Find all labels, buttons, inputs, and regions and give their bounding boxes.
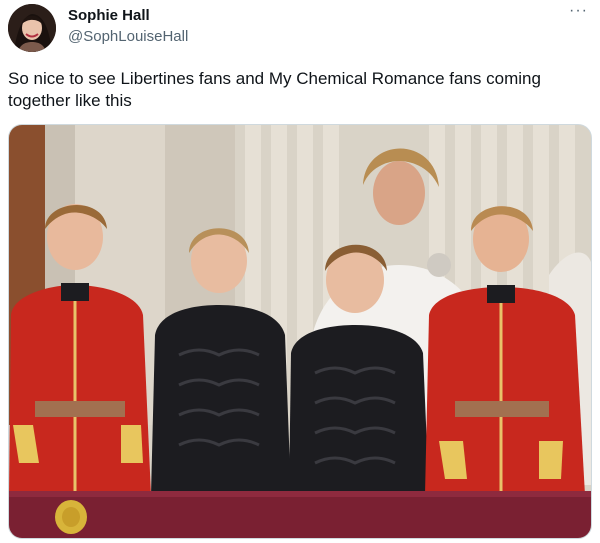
display-name[interactable]: Sophie Hall xyxy=(68,7,150,24)
avatar-photo-icon xyxy=(8,4,56,52)
avatar[interactable] xyxy=(8,4,56,52)
tweet-header: Sophie Hall @SophLouiseHall ··· xyxy=(0,0,600,64)
user-handle[interactable]: @SophLouiseHall xyxy=(68,28,188,45)
more-options-icon[interactable]: ··· xyxy=(569,2,588,20)
tweet-image[interactable] xyxy=(8,124,592,539)
balcony-photo-icon xyxy=(9,125,591,538)
tweet-text: So nice to see Libertines fans and My Ch… xyxy=(8,69,541,110)
